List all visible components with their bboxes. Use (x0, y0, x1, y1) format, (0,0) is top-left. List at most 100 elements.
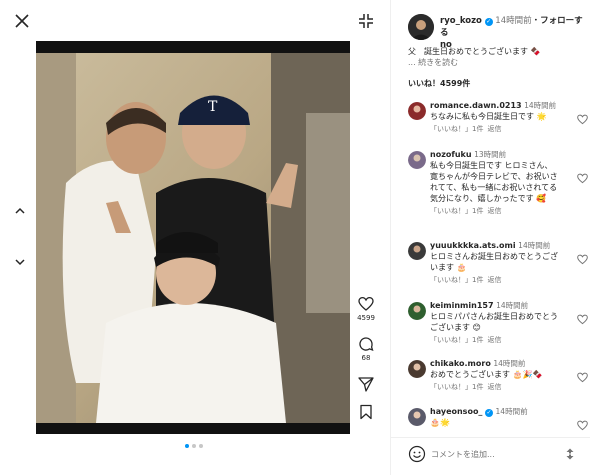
emoji-icon: 🎂 (456, 263, 467, 272)
avatar[interactable] (408, 242, 426, 260)
svg-text:T: T (208, 99, 218, 115)
post-viewer: T 4599 68 ryo_kozo ✓ 14時間前・フォローする no 父 誕… (0, 0, 590, 475)
send-icon[interactable] (358, 376, 374, 392)
emoji-icon: 🌟 (536, 112, 547, 121)
heart-icon[interactable] (358, 296, 374, 312)
comment-username[interactable]: keiminmin157 (430, 301, 494, 310)
list-item: hayeonsoo_ ✓ 14時間前 🎂🌟 (408, 406, 588, 432)
post-photo[interactable]: T (36, 41, 350, 434)
avatar[interactable] (408, 302, 426, 320)
carousel-dot-active (185, 444, 189, 448)
comment-time: 14時間前 (496, 301, 529, 310)
avatar[interactable] (408, 151, 426, 169)
avatar[interactable] (408, 14, 434, 40)
comment-text: ヒロミパパさんお誕生日おめでとうございます (430, 312, 558, 332)
emoji-icon: 😊 (472, 323, 481, 332)
carousel-dot (192, 444, 196, 448)
comment-username[interactable]: yuuukkkka.ats.omi (430, 241, 516, 250)
close-icon[interactable] (14, 13, 30, 29)
comment-like-count[interactable]: 「いいね！」1件 (430, 336, 483, 344)
author-username[interactable]: ryo_kozo (440, 16, 482, 26)
avatar[interactable] (408, 408, 426, 426)
comment-like-count[interactable]: 「いいね！」1件 (430, 276, 483, 284)
comment-meta: 「いいね！」1件 返信 (430, 382, 588, 392)
reply-button[interactable]: 返信 (487, 336, 501, 344)
read-more-link[interactable]: ... 続きを読む (408, 57, 588, 68)
comment-body: chikako.moro 14時間前 おめでとうございます 🎂🎉🍫 (430, 358, 560, 380)
post-button[interactable] (563, 446, 577, 462)
list-item: chikako.moro 14時間前 おめでとうございます 🎂🎉🍫 「いいね！」… (408, 358, 588, 400)
list-item: yuuukkkka.ats.omi 14時間前 ヒロミさんお誕生日おめでとうござ… (408, 240, 588, 292)
comment-time: 14時間前 (524, 101, 557, 110)
heart-icon[interactable] (577, 372, 588, 383)
comment-body: yuuukkkka.ats.omi 14時間前 ヒロミさんお誕生日おめでとうござ… (430, 240, 560, 273)
comment-username[interactable]: romance.dawn.0213 (430, 101, 522, 110)
carousel-dots (185, 444, 203, 448)
avatar[interactable] (408, 102, 426, 120)
comment-text: ちなみに私も今日誕生日です (430, 112, 534, 121)
heart-icon[interactable] (577, 114, 588, 125)
chevron-down-icon[interactable] (14, 256, 26, 268)
post-caption: 父 誕生日おめでとうございます 🍫 ... 続きを読む (408, 46, 588, 68)
comment-like-count[interactable]: 「いいね！」1件 (430, 383, 483, 391)
comment-username[interactable]: chikako.moro (430, 359, 491, 368)
comment-meta: 「いいね！」1件 返信 (430, 206, 588, 216)
comment-time: 14時間前 (493, 359, 526, 368)
comment-count: 68 (361, 354, 371, 362)
comment-composer (391, 437, 590, 475)
heart-icon[interactable] (577, 314, 588, 325)
reply-button[interactable]: 返信 (487, 276, 501, 284)
post-time: 14時間前 (495, 16, 532, 26)
list-item: nozofuku 13時間前 私も今日誕生日です ヒロミさん、寛ちゃんが今日テレ… (408, 149, 588, 232)
comment-text: ヒロミさんお誕生日おめでとうございます (430, 252, 558, 272)
comment-body: keiminmin157 14時間前 ヒロミパパさんお誕生日おめでとうございます… (430, 300, 560, 333)
comment-time: 14時間前 (518, 241, 551, 250)
comment-text: おめでとうございます (430, 370, 510, 379)
comment-input[interactable] (431, 446, 561, 462)
comments-pane: ryo_kozo ✓ 14時間前・フォローする no 父 誕生日おめでとうござい… (390, 0, 590, 475)
media-pane: T 4599 68 (0, 0, 390, 475)
emoji-icon: 🎂🎉🍫 (512, 370, 543, 379)
comment-like-count[interactable]: 「いいね！」1件 (430, 207, 483, 215)
carousel-dot (199, 444, 203, 448)
comment-meta: 「いいね！」1件 返信 (430, 124, 588, 134)
caption-text: 父 誕生日おめでとうございます (408, 47, 528, 56)
emoji-icon: 🥰 (536, 194, 547, 203)
action-rail: 4599 68 (352, 296, 380, 420)
separator: ・ (531, 16, 541, 26)
verified-icon: ✓ (484, 409, 493, 417)
photo-image: T (36, 53, 350, 423)
comment-body: hayeonsoo_ ✓ 14時間前 🎂🌟 (430, 406, 560, 428)
collapse-icon[interactable] (358, 13, 374, 29)
comment-icon[interactable] (358, 336, 374, 352)
reply-button[interactable]: 返信 (487, 207, 501, 215)
comment-username[interactable]: hayeonsoo_ (430, 407, 482, 416)
emoji-icon: 🎂🌟 (430, 418, 450, 427)
comment-list: romance.dawn.0213 14時間前 ちなみに私も今日誕生日です 🌟 … (408, 100, 588, 432)
comment-time: 14時間前 (495, 407, 528, 416)
caption-emoji-icon: 🍫 (530, 47, 541, 56)
comment-body: nozofuku 13時間前 私も今日誕生日です ヒロミさん、寛ちゃんが今日テレ… (430, 149, 560, 204)
comment-time: 13時間前 (474, 150, 507, 159)
comment-meta: 「いいね！」1件 返信 (430, 275, 588, 285)
list-item: romance.dawn.0213 14時間前 ちなみに私も今日誕生日です 🌟 … (408, 100, 588, 140)
list-item: keiminmin157 14時間前 ヒロミパパさんお誕生日おめでとうございます… (408, 300, 588, 352)
heart-icon[interactable] (577, 254, 588, 265)
reply-button[interactable]: 返信 (487, 383, 501, 391)
comment-username[interactable]: nozofuku (430, 150, 472, 159)
post-header: ryo_kozo ✓ 14時間前・フォローする no (408, 14, 588, 50)
emoji-icon[interactable] (408, 445, 426, 463)
chevron-up-icon[interactable] (14, 205, 26, 217)
comment-like-count[interactable]: 「いいね！」1件 (430, 125, 483, 133)
heart-icon[interactable] (577, 173, 588, 184)
bookmark-icon[interactable] (358, 404, 374, 420)
comment-meta: 「いいね！」1件 返信 (430, 335, 588, 345)
verified-icon: ✓ (484, 18, 493, 26)
reply-button[interactable]: 返信 (487, 125, 501, 133)
avatar[interactable] (408, 360, 426, 378)
like-count: 4599 (357, 314, 375, 322)
comment-body: romance.dawn.0213 14時間前 ちなみに私も今日誕生日です 🌟 (430, 100, 560, 122)
heart-icon[interactable] (577, 420, 588, 431)
post-icon (566, 448, 574, 460)
likes-count[interactable]: いいね！4599件 (408, 78, 470, 89)
